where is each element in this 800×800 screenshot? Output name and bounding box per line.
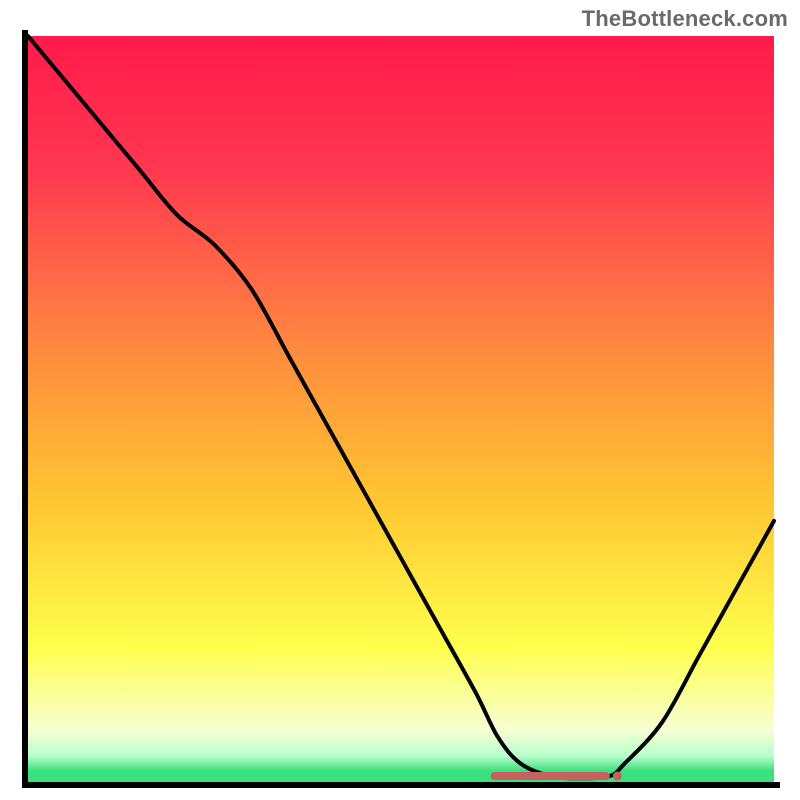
optimum-point-marker — [613, 772, 622, 781]
optimum-range-marker — [491, 772, 610, 780]
chart-background-gradient — [28, 36, 774, 782]
chart-container: TheBottleneck.com — [0, 0, 800, 800]
bottleneck-chart — [22, 30, 780, 788]
watermark-text: TheBottleneck.com — [582, 6, 788, 32]
chart-frame — [22, 30, 780, 788]
